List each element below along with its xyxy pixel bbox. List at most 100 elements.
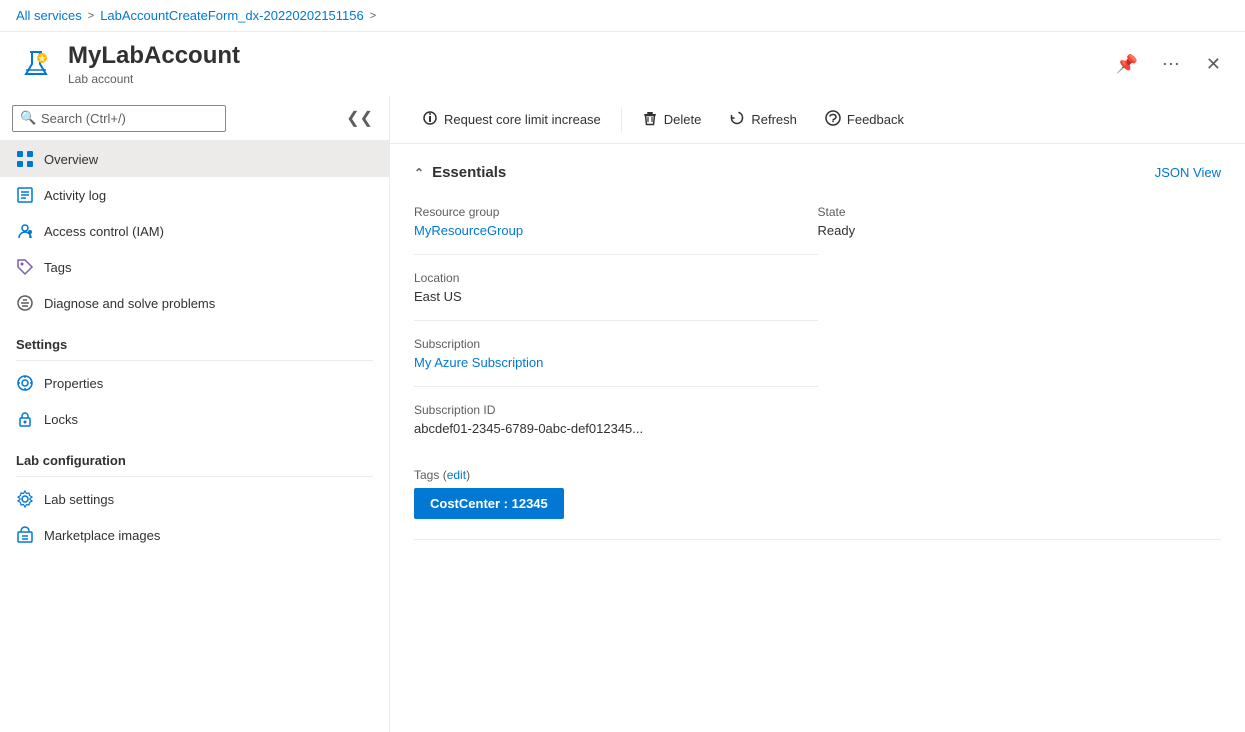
json-view-link[interactable]: JSON View	[1155, 165, 1221, 180]
subscription-id-label: Subscription ID	[414, 403, 818, 417]
search-bar: 🔍 ❮❮	[0, 96, 389, 141]
lab-config-section-label: Lab configuration	[0, 437, 389, 472]
breadcrumb: All services > LabAccountCreateForm_dx-2…	[0, 0, 1245, 32]
state-label: State	[818, 205, 1222, 219]
more-button[interactable]: ⋯	[1156, 50, 1186, 79]
search-wrapper: 🔍	[12, 105, 338, 132]
lab-config-divider	[16, 476, 373, 477]
essentials-title: ⌃ Essentials	[414, 164, 506, 181]
sidebar-item-activity-log[interactable]: Activity log	[0, 177, 389, 213]
sidebar-item-diagnose[interactable]: Diagnose and solve problems	[0, 285, 389, 321]
feedback-icon	[825, 110, 841, 129]
content-area: Request core limit increase Delete Refre…	[390, 96, 1245, 732]
sidebar-item-label-lab-settings: Lab settings	[44, 492, 114, 507]
resource-icon	[16, 44, 56, 84]
refresh-label: Refresh	[751, 112, 797, 127]
sidebar-item-label-properties: Properties	[44, 376, 103, 391]
sidebar-item-tags[interactable]: Tags	[0, 249, 389, 285]
tag-badge: CostCenter : 12345	[414, 488, 564, 519]
sidebar-item-overview[interactable]: Overview	[0, 141, 389, 177]
properties-icon	[16, 374, 34, 392]
resource-link[interactable]: LabAccountCreateForm_dx-20220202151156	[100, 8, 364, 23]
location-value: East US	[414, 289, 818, 304]
sidebar-item-lab-settings[interactable]: Lab settings	[0, 481, 389, 517]
pin-button[interactable]: 📌	[1109, 50, 1143, 79]
essentials-header: ⌃ Essentials JSON View	[414, 164, 1221, 181]
request-core-limit-button[interactable]: Request core limit increase	[410, 104, 613, 135]
state-value: Ready	[818, 223, 1222, 238]
sidebar-item-label-locks: Locks	[44, 412, 78, 427]
tags-row: Tags (edit) CostCenter : 12345	[414, 460, 1221, 519]
delete-icon	[642, 110, 658, 129]
sidebar-item-label-marketplace: Marketplace images	[44, 528, 160, 543]
essentials-label: Essentials	[432, 164, 506, 181]
request-core-limit-label: Request core limit increase	[444, 112, 601, 127]
subscription-value[interactable]: My Azure Subscription	[414, 355, 543, 370]
divider-2	[414, 320, 818, 321]
location-cell: Location East US	[414, 263, 818, 312]
tags-edit-link[interactable]: edit	[447, 468, 466, 482]
request-icon	[422, 110, 438, 129]
location-label: Location	[414, 271, 818, 285]
subscription-id-value: abcdef01-2345-6789-0abc-def012345...	[414, 421, 818, 436]
subscription-label: Subscription	[414, 337, 818, 351]
collapse-icon: ❮❮	[346, 110, 373, 127]
settings-divider	[16, 360, 373, 361]
tags-label: Tags (edit)	[414, 468, 1221, 482]
delete-button[interactable]: Delete	[630, 104, 714, 135]
bottom-divider	[414, 539, 1221, 540]
marketplace-icon	[16, 526, 34, 544]
page-title: MyLabAccount	[68, 42, 1097, 70]
toolbar-separator-1	[621, 108, 622, 132]
breadcrumb-sep-1: >	[88, 10, 94, 22]
resource-group-value[interactable]: MyResourceGroup	[414, 223, 523, 238]
resource-group-label: Resource group	[414, 205, 818, 219]
sidebar-item-iam[interactable]: Access control (IAM)	[0, 213, 389, 249]
sidebar-item-label-activity-log: Activity log	[44, 188, 106, 203]
sidebar-item-label-tags: Tags	[44, 260, 71, 275]
sidebar-item-label-iam: Access control (IAM)	[44, 224, 164, 239]
refresh-button[interactable]: Refresh	[717, 104, 809, 135]
close-button[interactable]: ✕	[1198, 50, 1229, 79]
overview-icon	[16, 150, 34, 168]
state-cell: State Ready	[818, 197, 1222, 246]
subscription-id-cell: Subscription ID abcdef01-2345-6789-0abc-…	[414, 395, 818, 444]
ellipsis-icon: ⋯	[1162, 54, 1180, 74]
sidebar-item-label-diagnose: Diagnose and solve problems	[44, 296, 215, 311]
subscription-cell: Subscription My Azure Subscription	[414, 329, 818, 378]
delete-label: Delete	[664, 112, 702, 127]
sidebar-item-label-overview: Overview	[44, 152, 98, 167]
essentials-left: Resource group MyResourceGroup Location …	[414, 197, 818, 444]
essentials-right: State Ready	[818, 197, 1222, 444]
close-icon: ✕	[1206, 54, 1221, 74]
main-layout: 🔍 ❮❮ Overview Activity log	[0, 96, 1245, 732]
search-icon: 🔍	[20, 110, 36, 126]
breadcrumb-sep-2: >	[370, 10, 376, 22]
feedback-button[interactable]: Feedback	[813, 104, 916, 135]
resource-group-cell: Resource group MyResourceGroup	[414, 197, 818, 246]
refresh-icon	[729, 110, 745, 129]
activity-log-icon	[16, 186, 34, 204]
essentials-grid: Resource group MyResourceGroup Location …	[414, 197, 1221, 444]
sidebar-item-locks[interactable]: Locks	[0, 401, 389, 437]
page-header: MyLabAccount Lab account 📌 ⋯ ✕	[0, 32, 1245, 96]
divider-3	[414, 386, 818, 387]
feedback-label: Feedback	[847, 112, 904, 127]
iam-icon	[16, 222, 34, 240]
header-title-group: MyLabAccount Lab account	[68, 42, 1097, 86]
all-services-link[interactable]: All services	[16, 8, 82, 23]
sidebar-item-properties[interactable]: Properties	[0, 365, 389, 401]
content-body: ⌃ Essentials JSON View Resource group My…	[390, 144, 1245, 732]
lab-settings-icon	[16, 490, 34, 508]
sidebar: 🔍 ❮❮ Overview Activity log	[0, 96, 390, 732]
pin-icon: 📌	[1115, 54, 1137, 74]
collapse-button[interactable]: ❮❮	[342, 104, 377, 132]
page-subtitle: Lab account	[68, 72, 1097, 86]
chevron-icon: ⌃	[414, 166, 424, 180]
sidebar-nav: Overview Activity log Access control (IA…	[0, 141, 389, 732]
search-input[interactable]	[12, 105, 226, 132]
divider-1	[414, 254, 818, 255]
locks-icon	[16, 410, 34, 428]
sidebar-item-marketplace[interactable]: Marketplace images	[0, 517, 389, 553]
settings-section-label: Settings	[0, 321, 389, 356]
